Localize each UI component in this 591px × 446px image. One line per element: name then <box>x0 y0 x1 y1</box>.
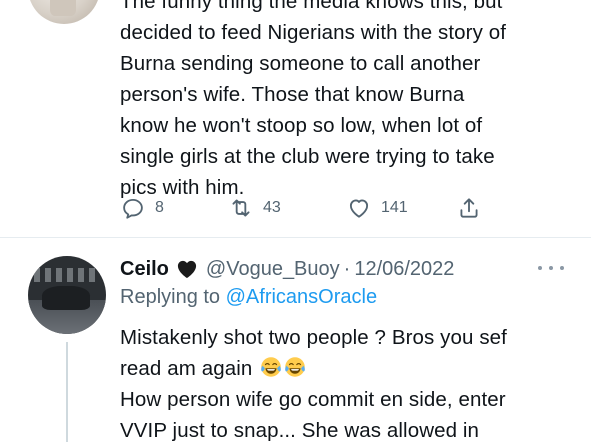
avatar-figure <box>50 0 76 16</box>
more-icon[interactable] <box>538 258 564 278</box>
reply-count: 8 <box>155 199 164 216</box>
tweet-line: The funny thing the media knows this, bu… <box>120 0 503 13</box>
separator-dot: · <box>343 257 351 280</box>
retweet-button[interactable]: 43 <box>228 193 281 223</box>
avatar[interactable] <box>28 0 100 24</box>
replying-to: Replying to @AfricansOracle <box>120 286 377 309</box>
reply-icon <box>123 198 143 219</box>
reply-button[interactable]: 8 <box>120 193 164 223</box>
replying-prefix: Replying to <box>120 286 221 308</box>
tweet-divider <box>0 237 591 238</box>
reply-header: Ceilo @Vogue_Buoy · 12/06/2022 <box>120 255 454 283</box>
user-handle[interactable]: @Vogue_Buoy <box>206 258 340 281</box>
avatar[interactable] <box>28 256 106 334</box>
avatar-lights <box>34 268 100 282</box>
reply-line: read am again <box>120 353 507 384</box>
reply-body: Mistakenly shot two people ? Bros you se… <box>120 322 507 446</box>
like-button[interactable]: 141 <box>346 193 408 223</box>
tweet-line: decided to feed Nigerians with the story… <box>120 21 507 44</box>
tweet-body: The funny thing the media knows this, bu… <box>120 0 506 203</box>
retweet-count: 43 <box>263 199 281 216</box>
reply-line: VVIP just to snap... She was allowed in <box>120 419 480 442</box>
tweet-line: Burna sending someone to call another <box>120 52 481 75</box>
tweet-actions: 8 43 141 <box>120 193 500 223</box>
face-with-tears-of-joy-icon <box>261 357 281 377</box>
more-dot <box>538 266 542 270</box>
display-name[interactable]: Ceilo <box>120 258 169 281</box>
tweet-line: person's wife. Those that know Burna <box>120 83 465 106</box>
reply-line-text: read am again <box>120 357 253 380</box>
face-with-tears-of-joy-icon <box>285 357 305 377</box>
thread-line <box>66 342 68 442</box>
tweet-top: The funny thing the media knows this, bu… <box>0 0 591 236</box>
reply-line: Mistakenly shot two people ? Bros you se… <box>120 326 507 349</box>
like-icon <box>349 199 369 218</box>
share-button[interactable] <box>456 193 482 223</box>
retweet-icon <box>232 199 250 217</box>
tweet-date[interactable]: 12/06/2022 <box>354 258 454 281</box>
share-icon <box>460 198 478 218</box>
avatar-car <box>42 286 90 310</box>
more-dot <box>560 266 564 270</box>
more-dot <box>549 266 553 270</box>
tweet-line: know he won't stoop so low, when lot of <box>120 114 483 137</box>
black-heart-icon <box>176 259 198 279</box>
like-count: 141 <box>381 199 408 216</box>
tweet-line: single girls at the club were trying to … <box>120 145 495 168</box>
reply-line: How person wife go commit en side, enter <box>120 388 506 411</box>
replying-mention[interactable]: @AfricansOracle <box>226 286 377 308</box>
